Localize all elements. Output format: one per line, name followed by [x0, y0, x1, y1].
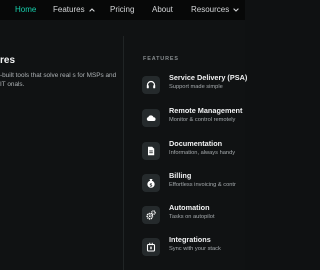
feature-remote-management[interactable]: Remote Management Monitor & control remo… [142, 105, 245, 131]
feature-title: Service Delivery (PSA) [169, 73, 248, 82]
money-bag-icon: $ [142, 174, 160, 192]
panel-divider [123, 36, 124, 270]
nav-pricing[interactable]: Pricing [110, 5, 134, 15]
nav-features[interactable]: Features [53, 5, 95, 15]
feature-title: Integrations [169, 235, 211, 244]
feature-subtitle: Tasks on autopilot [169, 214, 215, 220]
nav-resources[interactable]: Resources [191, 5, 240, 15]
top-navigation: Home Features Pricing About Resources [0, 0, 245, 20]
feature-integrations[interactable]: Integrations Sync with your stack [142, 234, 245, 260]
plug-icon [142, 238, 160, 256]
features-section-label: FEATURES [143, 56, 179, 62]
nav-home[interactable]: Home [15, 5, 36, 15]
feature-title: Automation [169, 203, 210, 212]
nav-features-label: Features [53, 5, 85, 14]
intro-description: -built tools that solve real s for MSPs … [0, 72, 117, 89]
feature-subtitle: Monitor & control remotely [169, 117, 236, 123]
intro-title: res [0, 55, 16, 66]
feature-title: Billing [169, 171, 192, 180]
cloud-icon [142, 109, 160, 127]
feature-title: Remote Management [169, 106, 243, 115]
gears-icon [142, 206, 160, 224]
nav-resources-label: Resources [191, 5, 230, 14]
feature-automation[interactable]: Automation Tasks on autopilot [142, 202, 245, 228]
feature-service-delivery[interactable]: Service Delivery (PSA) Support made simp… [142, 72, 248, 98]
feature-documentation[interactable]: Documentation Information, always handy [142, 138, 245, 164]
feature-subtitle: Support made simple [169, 84, 223, 90]
nav-about[interactable]: About [152, 5, 173, 15]
feature-billing[interactable]: $ Billing Effortless invoicing & contr [142, 170, 245, 196]
document-icon [142, 142, 160, 160]
feature-title: Documentation [169, 139, 223, 148]
feature-subtitle: Sync with your stack [169, 246, 221, 252]
feature-subtitle: Information, always handy [169, 150, 236, 156]
chevron-up-icon [88, 8, 95, 12]
svg-text:$: $ [149, 182, 152, 188]
feature-subtitle: Effortless invoicing & contr [169, 182, 236, 188]
chevron-down-icon [233, 8, 240, 12]
headset-icon [142, 76, 160, 94]
